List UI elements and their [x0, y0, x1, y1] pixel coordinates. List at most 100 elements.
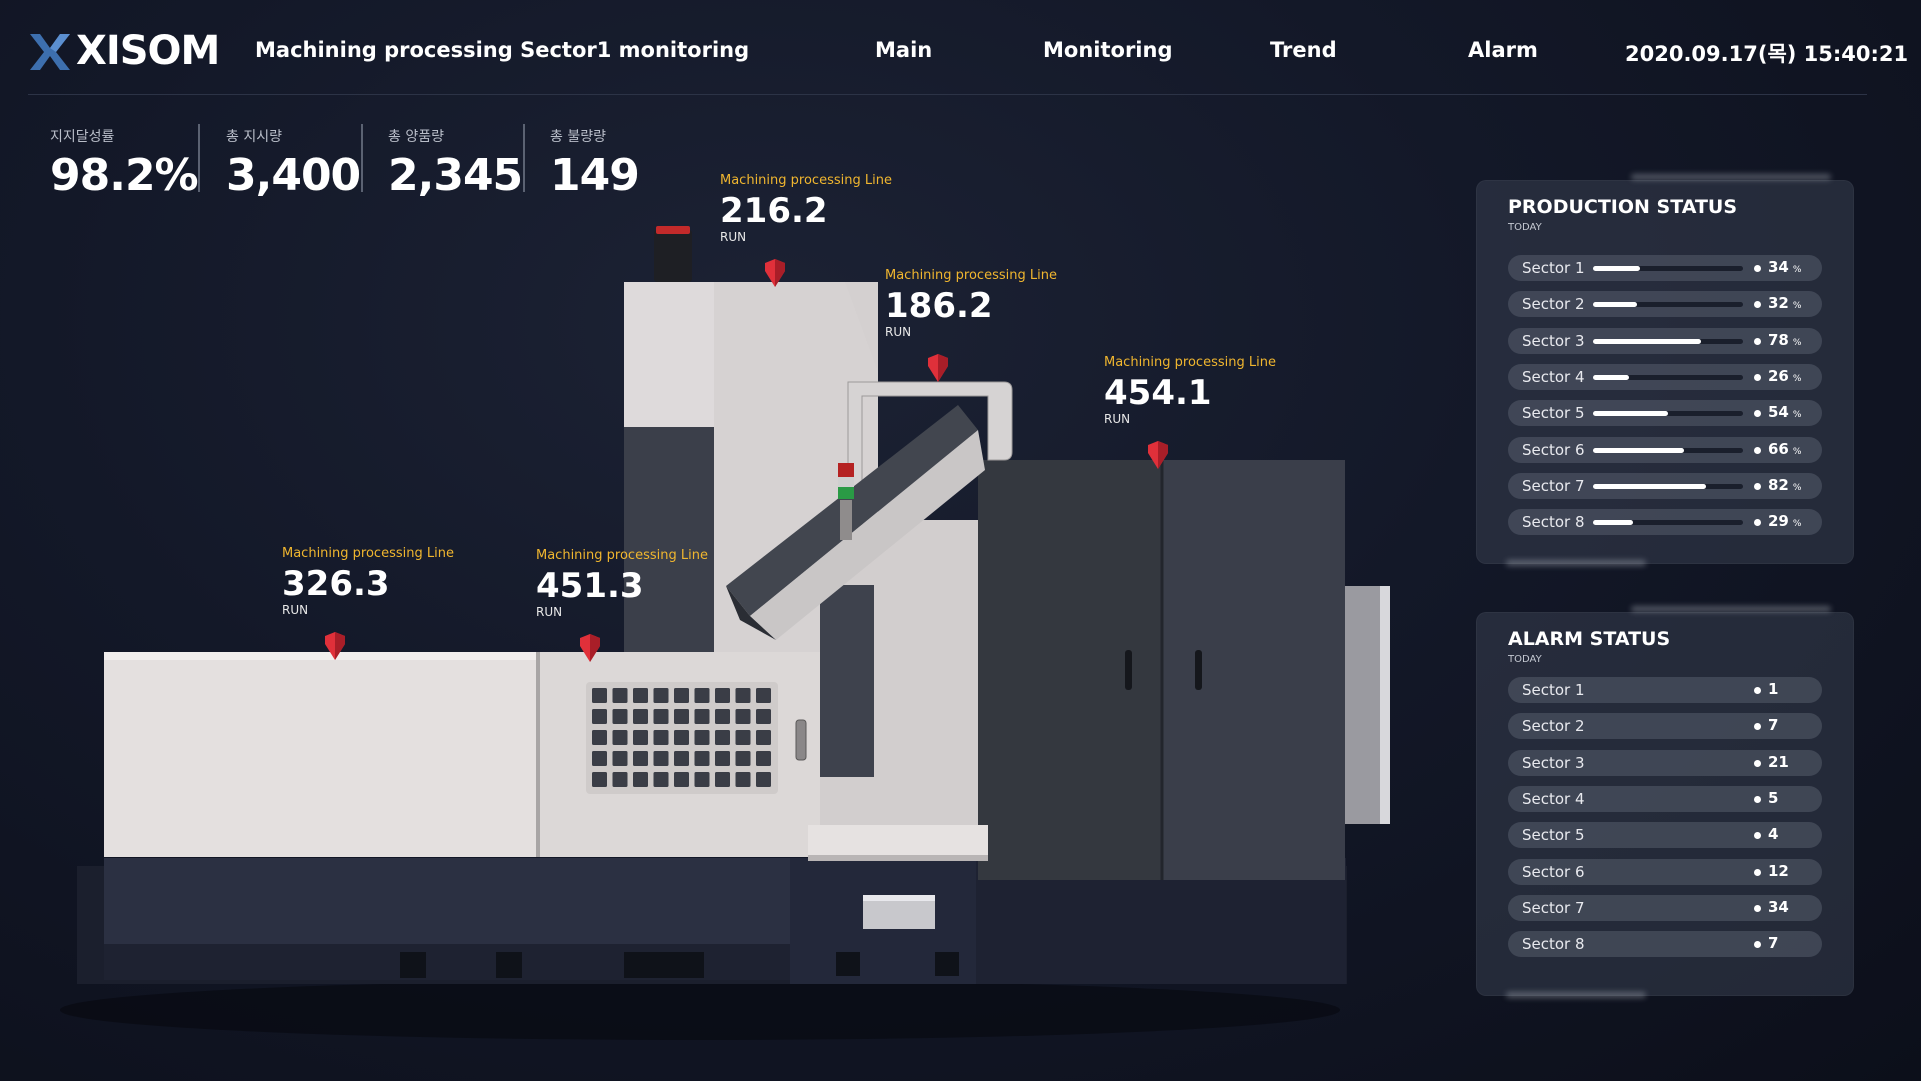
alarm-count: 12	[1768, 861, 1789, 880]
status-dot-icon	[1754, 301, 1761, 309]
marker-title: Machining processing Line	[885, 268, 1057, 283]
production-value-number: 54	[1768, 403, 1789, 422]
alarm-count: 7	[1768, 716, 1779, 735]
sector-label: Sector 4	[1522, 367, 1585, 386]
status-dot-icon	[1754, 759, 1761, 767]
status-dot-icon	[1754, 723, 1761, 731]
production-unit: %	[1792, 373, 1802, 384]
progress-fill	[1593, 338, 1701, 344]
marker-status: RUN	[720, 230, 747, 244]
progress-track	[1593, 266, 1743, 271]
production-value: 82%	[1768, 476, 1801, 494]
line-marker[interactable]: Machining processing Line 454.1 RUN	[1104, 355, 1276, 469]
alarm-row[interactable]: Sector 8 7	[1508, 931, 1822, 958]
status-dot-icon	[1754, 868, 1761, 876]
production-value: 29%	[1768, 512, 1801, 530]
production-row[interactable]: Sector 2 32%	[1508, 291, 1822, 318]
production-value: 34%	[1768, 258, 1801, 276]
alarm-row[interactable]: Sector 2 7	[1508, 713, 1822, 740]
progress-fill	[1593, 483, 1707, 489]
alarm-count: 5	[1768, 788, 1779, 807]
panel-glow	[1631, 606, 1831, 612]
alarm-row[interactable]: Sector 4 5	[1508, 785, 1822, 812]
marker-title: Machining processing Line	[282, 546, 454, 561]
sector-label: Sector 8	[1522, 935, 1585, 954]
location-pin-icon	[928, 354, 948, 382]
panel-glow	[1506, 992, 1646, 998]
production-value-number: 78	[1768, 330, 1789, 349]
progress-fill	[1593, 520, 1634, 526]
alarm-count: 1	[1768, 680, 1779, 698]
progress-track	[1593, 411, 1743, 417]
production-value: 78%	[1768, 331, 1801, 349]
line-marker[interactable]: Machining processing Line 216.2 RUN	[720, 173, 892, 287]
progress-fill	[1593, 411, 1668, 417]
line-marker[interactable]: Machining processing Line 186.2 RUN	[885, 268, 1057, 382]
production-value: 32%	[1768, 294, 1801, 312]
production-unit: %	[1792, 410, 1802, 421]
production-status-panel: PRODUCTION STATUS TODAY Sector 1 34% Secto…	[1476, 174, 1854, 566]
sector-label: Sector 5	[1522, 404, 1585, 423]
sector-label: Sector 2	[1522, 295, 1585, 314]
alarm-row[interactable]: Sector 1 1	[1508, 677, 1822, 703]
marker-value: 451.3	[536, 566, 644, 606]
alarm-row[interactable]: Sector 5 4	[1508, 822, 1822, 849]
production-row[interactable]: Sector 3 78%	[1508, 327, 1822, 354]
sector-label: Sector 1	[1522, 681, 1585, 699]
production-row[interactable]: Sector 6 66%	[1508, 436, 1822, 463]
production-unit: %	[1792, 301, 1802, 312]
progress-track	[1593, 483, 1743, 489]
progress-track	[1593, 374, 1743, 380]
alarm-row[interactable]: Sector 6 12	[1508, 858, 1822, 885]
production-value-number: 32	[1768, 294, 1789, 313]
production-value: 66%	[1768, 440, 1801, 458]
production-value: 26%	[1768, 367, 1801, 385]
production-row[interactable]: Sector 5 54%	[1508, 400, 1822, 427]
production-unit: %	[1792, 446, 1802, 457]
alarm-count: 21	[1768, 752, 1789, 771]
production-unit: %	[1792, 337, 1802, 348]
sector-label: Sector 1	[1522, 259, 1585, 277]
production-unit: %	[1792, 519, 1802, 530]
alarm-row[interactable]: Sector 7 34	[1508, 894, 1822, 921]
panel-title: PRODUCTION STATUS	[1508, 196, 1738, 218]
location-pin-icon	[765, 259, 785, 287]
panel-title: ALARM STATUS	[1508, 628, 1671, 650]
line-marker[interactable]: Machining processing Line 326.3 RUN	[282, 546, 454, 660]
sector-label: Sector 7	[1522, 476, 1585, 495]
line-marker[interactable]: Machining processing Line 451.3 RUN	[536, 548, 708, 662]
marker-title: Machining processing Line	[1104, 355, 1276, 370]
panel-subtitle: TODAY	[1508, 654, 1542, 665]
sector-label: Sector 3	[1522, 331, 1585, 350]
sector-label: Sector 2	[1522, 717, 1585, 736]
production-row[interactable]: Sector 8 29%	[1508, 509, 1822, 536]
production-row[interactable]: Sector 7 82%	[1508, 472, 1822, 499]
status-dot-icon	[1754, 482, 1761, 490]
marker-value: 454.1	[1104, 373, 1212, 413]
sector-label: Sector 6	[1522, 440, 1585, 459]
production-value: 54%	[1768, 403, 1801, 421]
progress-track	[1593, 338, 1743, 344]
alarm-status-panel: ALARM STATUS TODAY Sector 1 1 Sector 2 7 Sec…	[1476, 606, 1854, 998]
status-dot-icon	[1754, 832, 1761, 840]
status-dot-icon	[1754, 337, 1761, 345]
status-dot-icon	[1754, 904, 1761, 912]
sector-label: Sector 7	[1522, 898, 1585, 917]
sector-label: Sector 5	[1522, 826, 1585, 845]
progress-fill	[1593, 447, 1685, 453]
marker-title: Machining processing Line	[536, 548, 708, 563]
production-row[interactable]: Sector 1 34%	[1508, 255, 1822, 281]
alarm-count: 34	[1768, 897, 1789, 916]
sector-label: Sector 3	[1522, 753, 1585, 772]
marker-value: 186.2	[885, 286, 993, 326]
progress-fill	[1593, 266, 1640, 271]
alarm-count: 4	[1768, 825, 1779, 844]
progress-track	[1593, 520, 1743, 526]
production-value-number: 29	[1768, 512, 1789, 531]
panel-glow	[1631, 174, 1831, 180]
location-pin-icon	[325, 632, 345, 660]
sector-label: Sector 8	[1522, 513, 1585, 532]
alarm-row[interactable]: Sector 3 21	[1508, 749, 1822, 776]
production-value-number: 66	[1768, 439, 1789, 458]
production-row[interactable]: Sector 4 26%	[1508, 363, 1822, 390]
